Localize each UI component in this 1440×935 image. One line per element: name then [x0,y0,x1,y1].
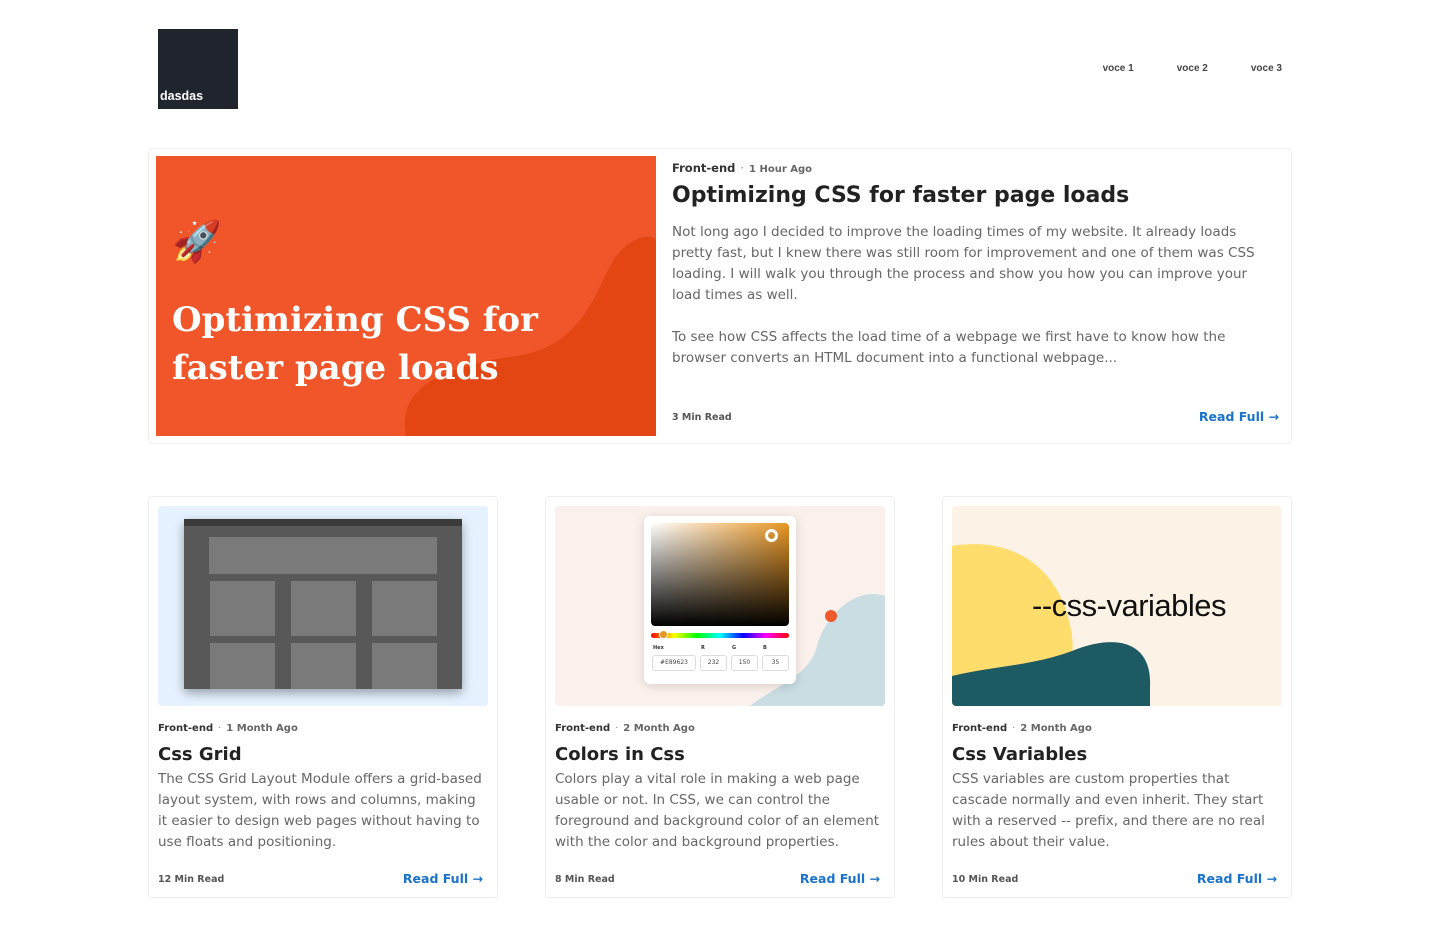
read-full-label: Read Full [1196,871,1263,886]
grid-block [209,537,437,574]
featured-title[interactable]: Optimizing CSS for faster page loads [672,183,1129,208]
arrow-right-icon: → [472,871,483,886]
card-meta: Front-end · 2 Month Ago [555,723,695,734]
card-title[interactable]: Colors in Css [555,744,685,765]
read-full-link[interactable]: Read Full → [800,871,880,886]
card-image-text: --css-variables [1032,588,1227,623]
grid-block [210,581,275,636]
featured-body: Front-end · 1 Hour Ago Optimizing CSS for … [672,149,1279,443]
excerpt-paragraph: Not long ago I decided to improve the lo… [672,224,1255,303]
read-time: 8 Min Read [555,874,615,885]
card-image[interactable]: --css-variables [952,506,1282,706]
read-time: 3 Min Read [672,412,732,423]
meta-separator: · [1012,723,1016,734]
rocket-icon: 🚀 [172,219,222,265]
category-label[interactable]: Front-end [555,723,610,734]
grid-block [291,643,356,689]
category-label[interactable]: Front-end [952,723,1007,734]
logo-text: dasdas [160,89,204,103]
arrow-right-icon: → [869,871,880,886]
read-full-label: Read Full [402,871,469,886]
card-excerpt: Colors play a vital role in making a web… [555,771,880,850]
arrow-right-icon: → [1268,409,1279,424]
grid-block [291,581,356,636]
card-image[interactable] [158,506,488,706]
featured-meta: Front-end · 1 Hour Ago [672,161,812,175]
hue-slider [651,633,789,638]
article-card: --css-variables Front-end · 2 Month Ago Cs… [942,496,1292,898]
picker-label: Hex [653,645,664,651]
featured-excerpt: Not long ago I decided to improve the lo… [672,222,1261,390]
card-excerpt: CSS variables are custom properties that… [952,771,1265,850]
picker-value: 150 [731,655,758,671]
featured-image-title: Optimizing CSS for faster page loads [172,300,538,388]
card-title[interactable]: Css Variables [952,744,1087,765]
card-title[interactable]: Css Grid [158,744,242,765]
hue-knob [659,630,668,639]
nav-item-voce-1[interactable]: voce 1 [1103,63,1134,74]
main-nav: voce 1 voce 2 voce 3 [1060,63,1282,74]
read-time: 10 Min Read [952,874,1019,885]
read-full-link[interactable]: Read Full → [1199,409,1279,424]
picker-knob [765,529,778,542]
featured-image[interactable]: 🚀 Optimizing CSS for faster page loads [156,156,656,436]
card-meta: Front-end · 1 Month Ago [158,723,298,734]
article-card: Hex R G B #E89623 232 150 35 Front-end · 2… [545,496,895,898]
read-full-link[interactable]: Read Full → [403,871,483,886]
nav-item-voce-2[interactable]: voce 2 [1177,63,1208,74]
article-card: Front-end · 1 Month Ago Css Grid The CSS G… [148,496,498,898]
picker-label: G [732,645,737,651]
browser-toolbar [184,519,462,526]
picker-value: #E89623 [652,655,696,671]
browser-window-illustration [184,519,462,689]
category-label[interactable]: Front-end [672,161,735,175]
read-full-link[interactable]: Read Full → [1197,871,1277,886]
read-time: 12 Min Read [158,874,225,885]
grid-block [372,581,437,636]
read-full-label: Read Full [1198,409,1265,424]
grid-block [210,643,275,689]
card-excerpt: The CSS Grid Layout Module offers a grid… [158,771,482,850]
timestamp: 2 Month Ago [1020,723,1092,734]
picker-label: R [701,645,705,651]
picker-value: 232 [700,655,727,671]
grid-block [372,643,437,689]
timestamp: 2 Month Ago [623,723,695,734]
timestamp: 1 Month Ago [226,723,298,734]
excerpt-paragraph: To see how CSS affects the load time of … [672,329,1226,366]
featured-article: 🚀 Optimizing CSS for faster page loads F… [148,148,1292,444]
meta-separator: · [218,723,222,734]
nav-item-voce-3[interactable]: voce 3 [1251,63,1282,74]
timestamp: 1 Hour Ago [749,164,813,175]
meta-separator: · [615,723,619,734]
category-label[interactable]: Front-end [158,723,213,734]
color-picker-illustration: Hex R G B #E89623 232 150 35 [644,516,796,684]
card-image[interactable]: Hex R G B #E89623 232 150 35 [555,506,885,706]
card-meta: Front-end · 2 Month Ago [952,723,1092,734]
arrow-right-icon: → [1266,871,1277,886]
meta-separator: · [740,161,745,175]
picker-value: 35 [762,655,789,671]
read-full-label: Read Full [799,871,866,886]
site-logo[interactable]: dasdas [158,29,238,109]
picker-label: B [763,645,767,651]
